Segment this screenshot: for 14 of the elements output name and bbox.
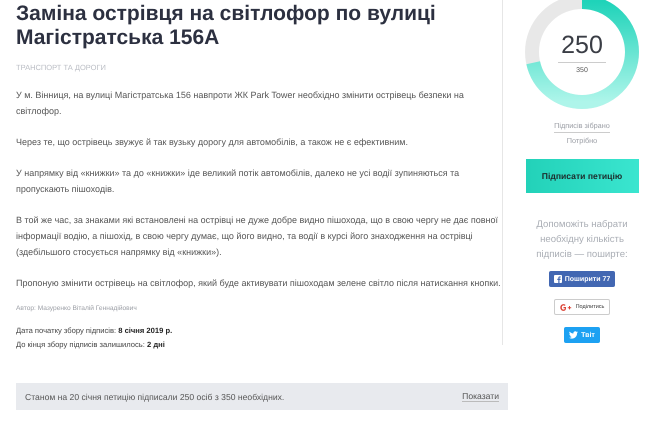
- petition-title: Заміна острівця на світлофор по вулиці Магістратська 156А: [16, 2, 437, 50]
- collected-count: 250: [558, 30, 606, 62]
- petition-paragraph: Пропоную змінити острівець на світлофор, який буде активувати пішоходам зелене світло після натискання кнопки.: [16, 277, 502, 290]
- petition-paragraph: В той же час, за знаками які встановлені на острівці не дуже добре видно пішохода, що в свою чергу не дає повної інформації водію, а пішохід, в свою чергу думає, що його видно, та водії в курсі його знаходження на острівці (здебільшого стосується напрямку від «книжки»).: [16, 214, 499, 259]
- twitter-icon: [569, 331, 578, 339]
- petition-paragraph: Через те, що острівець звужує й так вузьку дорогу для автомобілів, а також не є ефективним.: [16, 136, 409, 149]
- petition-paragraph: У напрямку від «книжки» та до «книжки» іде великий потік автомобілів, далеко не усі водії зупиняються та пропускають пішоходів.: [16, 167, 460, 196]
- facebook-icon: [554, 275, 562, 283]
- sign-petition-button[interactable]: Підписати петицію: [526, 159, 638, 193]
- show-link[interactable]: Показати: [462, 391, 499, 402]
- petition-paragraph: У м. Вінниця, на вулиці Магістратська 156 навпроти ЖК Park Tower необхідно змінити острівець безпеки на світлофор.: [16, 89, 465, 118]
- help-text: Допоможіть набрати необхідну кількість підписів — поширте:: [535, 218, 629, 262]
- status-text: Станом на 20 січня петицію підписали 250 осіб з 350 необхідних.: [25, 392, 284, 402]
- google-plus-icon: [560, 304, 573, 310]
